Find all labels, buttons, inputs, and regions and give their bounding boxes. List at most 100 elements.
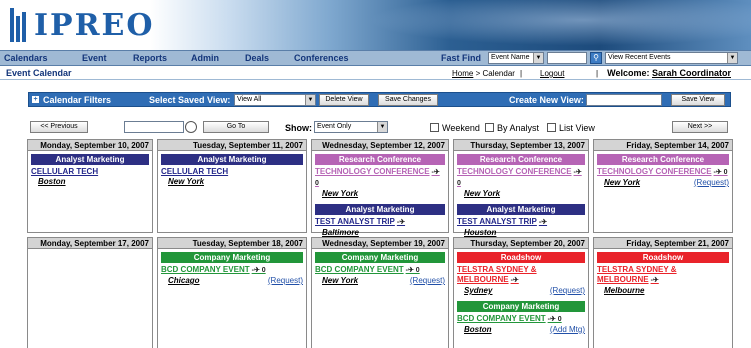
event-action-link[interactable]: (Add Mtg) <box>550 325 585 334</box>
fast-find-type-value: Event Name <box>491 54 530 61</box>
event-location[interactable]: Boston <box>464 325 492 334</box>
event-title[interactable]: TECHNOLOGY CONFERENCE <box>597 167 712 176</box>
travel-plane-icon: -✈ <box>510 277 519 284</box>
event-title-link[interactable]: TEST ANALYST TRIP -✈ <box>312 217 448 228</box>
previous-button[interactable]: << Previous <box>30 121 88 133</box>
event-title-link[interactable]: TELSTRA SYDNEY & MELBOURNE -✈ <box>454 265 588 286</box>
event-action-link[interactable]: (Request) <box>410 276 445 285</box>
day-header[interactable]: Wednesday, September 12, 2007 <box>312 140 448 151</box>
event-title[interactable]: TEST ANALYST TRIP <box>457 217 537 226</box>
by-analyst-checkbox[interactable] <box>485 123 494 132</box>
event-location[interactable]: Melbourne <box>604 286 644 295</box>
event-location[interactable]: New York <box>168 177 204 186</box>
event-location[interactable]: Houston <box>464 228 496 237</box>
event-location[interactable]: New York <box>322 189 358 198</box>
weekend-checkbox[interactable] <box>430 123 439 132</box>
event-title[interactable]: BCD COMPANY EVENT <box>457 314 546 323</box>
event-location[interactable]: Baltimore <box>322 228 359 237</box>
create-view-input[interactable] <box>586 94 662 106</box>
calendar-day-cell: Tuesday, September 11, 2007 Analyst Marke… <box>157 139 307 233</box>
event-title-link[interactable]: TEST ANALYST TRIP -✈ <box>454 217 588 228</box>
event-title-link[interactable]: CELLULAR TECH <box>28 167 152 177</box>
nav-calendars[interactable]: Calendars <box>4 53 48 63</box>
event-location-line: New York <box>312 189 448 201</box>
event-title[interactable]: TEST ANALYST TRIP <box>315 217 395 226</box>
event-location[interactable]: Chicago <box>168 276 200 285</box>
event-location[interactable]: Sydney <box>464 286 492 295</box>
recent-events-select[interactable]: View Recent Events ▼ <box>605 52 738 64</box>
calendar-toolbar: << Previous Go To Show: Event Only ▼ Wee… <box>0 120 751 136</box>
event-action-link[interactable]: (Request) <box>268 276 303 285</box>
calendar-picker-icon[interactable] <box>185 121 197 133</box>
event-title-link[interactable]: BCD COMPANY EVENT -✈ 0 <box>312 265 448 276</box>
calendar-day-cell: Thursday, September 20, 2007 Roadshow TELS… <box>453 237 589 348</box>
day-header[interactable]: Tuesday, September 18, 2007 <box>158 238 306 249</box>
event-category-label: Analyst Marketing <box>31 154 149 165</box>
calendar-filters-label[interactable]: Calendar Filters <box>43 95 111 105</box>
welcome-text: Welcome: Sarah Coordinator <box>607 68 731 78</box>
day-header[interactable]: Wednesday, September 19, 2007 <box>312 238 448 249</box>
next-button[interactable]: Next >> <box>672 121 728 133</box>
event-title[interactable]: CELLULAR TECH <box>31 167 98 176</box>
search-icon[interactable]: ⚲ <box>590 52 602 64</box>
calendar-day-cell: Tuesday, September 18, 2007 Company Marke… <box>157 237 307 348</box>
event-title[interactable]: TELSTRA SYDNEY & MELBOURNE <box>457 265 537 284</box>
travel-plane-icon: -✈ 0 <box>405 267 420 274</box>
fast-find-input[interactable] <box>547 52 587 64</box>
nav-admin[interactable]: Admin <box>191 53 219 63</box>
saved-view-select[interactable]: View All ▼ <box>234 94 316 106</box>
logo[interactable]: IPREO <box>10 6 155 44</box>
list-view-checkbox[interactable] <box>547 123 556 132</box>
day-header[interactable]: Friday, September 14, 2007 <box>594 140 732 151</box>
event-title[interactable]: TECHNOLOGY CONFERENCE <box>457 167 572 176</box>
save-view-button[interactable]: Save View <box>671 94 725 106</box>
nav-event[interactable]: Event <box>82 53 107 63</box>
event-title-link[interactable]: BCD COMPANY EVENT -✈ 0 <box>158 265 306 276</box>
expand-plus-icon[interactable]: + <box>32 96 39 103</box>
event-action-link[interactable]: (Request) <box>550 286 585 295</box>
day-header[interactable]: Friday, September 21, 2007 <box>594 238 732 249</box>
weekend-label: Weekend <box>442 123 480 133</box>
event-title[interactable]: TELSTRA SYDNEY & MELBOURNE <box>597 265 677 284</box>
breadcrumb-home-link[interactable]: Home <box>452 69 473 78</box>
event-location[interactable]: New York <box>604 178 640 187</box>
event-location[interactable]: New York <box>464 189 500 198</box>
day-header[interactable]: Monday, September 17, 2007 <box>28 238 152 249</box>
logo-text: IPREO <box>34 7 155 43</box>
goto-date-input[interactable] <box>124 121 184 133</box>
delete-view-button[interactable]: Delete View <box>319 94 369 106</box>
chevron-down-icon: ▼ <box>377 122 387 132</box>
show-select[interactable]: Event Only ▼ <box>314 121 388 133</box>
event-title[interactable]: TECHNOLOGY CONFERENCE <box>315 167 430 176</box>
user-name-link[interactable]: Sarah Coordinator <box>652 68 731 78</box>
event-title-link[interactable]: TECHNOLOGY CONFERENCE -✈ 0 <box>594 167 732 178</box>
nav-conferences[interactable]: Conferences <box>294 53 349 63</box>
event-action-link[interactable]: (Request) <box>694 178 729 187</box>
event-location[interactable]: Boston <box>38 177 66 186</box>
nav-deals[interactable]: Deals <box>245 53 269 63</box>
event-title[interactable]: BCD COMPANY EVENT <box>161 265 250 274</box>
travel-plane-icon: -✈ 0 <box>251 267 266 274</box>
fast-find: Fast Find Event Name ▼ ⚲ View Recent Eve… <box>441 52 738 64</box>
event-category-label: Roadshow <box>597 252 729 263</box>
event-title-link[interactable]: CELLULAR TECH <box>158 167 306 177</box>
event-title[interactable]: CELLULAR TECH <box>161 167 228 176</box>
event-title-link[interactable]: BCD COMPANY EVENT -✈ 0 <box>454 314 588 325</box>
goto-button[interactable]: Go To <box>203 121 269 133</box>
nav-reports[interactable]: Reports <box>133 53 167 63</box>
fast-find-type-select[interactable]: Event Name ▼ <box>488 52 544 64</box>
event-location-line: New York <box>454 189 588 201</box>
day-header[interactable]: Tuesday, September 11, 2007 <box>158 140 306 151</box>
save-changes-button[interactable]: Save Changes <box>378 94 438 106</box>
event-category-label: Analyst Marketing <box>457 204 585 215</box>
day-header[interactable]: Thursday, September 13, 2007 <box>454 140 588 151</box>
day-header[interactable]: Thursday, September 20, 2007 <box>454 238 588 249</box>
event-title[interactable]: BCD COMPANY EVENT <box>315 265 404 274</box>
event-title-link[interactable]: TECHNOLOGY CONFERENCE -✈ 0 <box>312 167 448 189</box>
saved-view-label: Select Saved View: <box>149 95 231 105</box>
logout-link[interactable]: Logout <box>540 69 564 78</box>
event-title-link[interactable]: TECHNOLOGY CONFERENCE -✈ 0 <box>454 167 588 189</box>
event-location[interactable]: New York <box>322 276 358 285</box>
event-title-link[interactable]: TELSTRA SYDNEY & MELBOURNE -✈ <box>594 265 732 286</box>
day-header[interactable]: Monday, September 10, 2007 <box>28 140 152 151</box>
